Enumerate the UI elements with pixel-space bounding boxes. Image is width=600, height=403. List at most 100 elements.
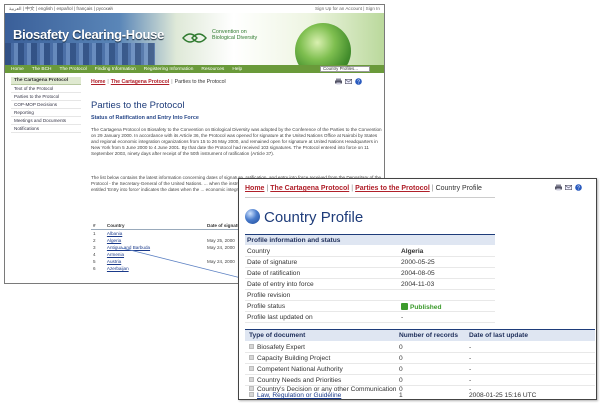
documents-table-header: Type of document Number of records Date … [245, 329, 595, 341]
breadcrumb-current: Parties to the Protocol [174, 79, 226, 85]
doc-date: 2008-01-25 15:16 UTC [469, 392, 537, 399]
document-type-icon [249, 355, 254, 360]
table-row: 5 Austria May 24, 2000 [91, 258, 251, 265]
document-type-icon [249, 386, 254, 391]
profile-title: Country Profile [264, 209, 364, 226]
account-links[interactable]: Sign Up for an Account | Sign In [315, 5, 380, 13]
sidebar-item-reporting[interactable]: Reporting [11, 109, 81, 117]
country-link[interactable]: Albania [107, 231, 122, 236]
doc-count: 1 [399, 392, 403, 399]
document-type-icon [249, 366, 254, 371]
published-icon [401, 303, 408, 310]
info-label: Date of signature [247, 259, 298, 266]
page-tools: ? [335, 78, 362, 85]
email-icon[interactable] [345, 78, 352, 85]
doc-type-link[interactable]: Law, Regulation or Guideline [257, 392, 341, 399]
table-row: Country Needs and Priorities 0 - [245, 375, 595, 386]
table-row: 6 Azerbaijan [91, 265, 251, 272]
doc-date: - [469, 366, 472, 373]
info-label: Date of ratification [247, 270, 301, 277]
help-icon[interactable]: ? [575, 184, 582, 191]
breadcrumb-cartagena[interactable]: The Cartagena Protocol [111, 79, 170, 85]
intro-paragraph: The Cartagena Protocol on Biosafety to t… [91, 127, 382, 156]
nav-home[interactable]: Home [11, 67, 24, 72]
sidebar-item-meetings[interactable]: Meetings and Documents [11, 117, 81, 125]
info-label: Country [247, 248, 271, 255]
nav-resources[interactable]: Resources [201, 67, 224, 72]
sidebar-item-parties[interactable]: Parties to the Protocol [11, 93, 81, 101]
globe-icon [245, 209, 260, 224]
doc-type: Capacity Building Project [257, 355, 331, 362]
row-number: 2 [93, 238, 96, 243]
doc-type: Biosafety Expert [257, 344, 306, 351]
doc-date: - [469, 355, 472, 362]
breadcrumb-cartagena[interactable]: The Cartagena Protocol [270, 185, 349, 192]
row-number: 6 [93, 266, 96, 271]
breadcrumb: Home | The Cartagena Protocol | Parties to t… [91, 79, 226, 85]
breadcrumb-home[interactable]: Home [245, 185, 264, 192]
table-row: Competent National Authority 0 - [245, 364, 595, 375]
nav-finding-information[interactable]: Finding Information [95, 67, 136, 72]
breadcrumb-parties[interactable]: Parties to the Protocol [355, 185, 430, 192]
profile-breadcrumb: Home | The Cartagena Protocol | Parties to t… [245, 185, 482, 192]
site-banner: Biosafety Clearing-House Convention on B… [5, 13, 384, 65]
help-icon[interactable]: ? [355, 78, 362, 85]
info-row-status: Profile status Published [245, 301, 495, 312]
profile-tools: ? [555, 184, 582, 191]
info-row-revision: Profile revision [245, 290, 495, 301]
table-row: Capacity Building Project 0 - [245, 353, 595, 364]
country-link[interactable]: Armenia [107, 252, 124, 257]
status-badge: Published [401, 303, 442, 311]
info-value: - [401, 314, 404, 321]
breadcrumb-home[interactable]: Home [91, 79, 105, 85]
page-subtitle: Status of Ratification and Entry Into Fo… [91, 115, 199, 121]
doc-date: - [469, 377, 472, 384]
document-type-icon [249, 392, 254, 397]
svg-text:?: ? [577, 185, 580, 191]
country-link[interactable]: Algeria [107, 238, 121, 243]
col-number: # [91, 222, 105, 230]
doc-count: 0 [399, 366, 403, 373]
city-skyline-image [5, 43, 155, 65]
page-title: Parties to the Protocol [91, 100, 185, 111]
nav-registering-information[interactable]: Registering Information [144, 67, 194, 72]
language-links[interactable]: العربية | 中文 | english | español | franç… [9, 5, 113, 13]
info-row-ratification: Date of ratification 2004-08-05 [245, 268, 495, 279]
email-icon[interactable] [565, 184, 572, 191]
info-row-entry-into-force: Date of entry into force 2004-11-03 [245, 279, 495, 290]
info-label: Profile status [247, 303, 286, 310]
doc-count: 0 [399, 377, 403, 384]
sidebar-item-text-of-protocol[interactable]: Text of the Protocol [11, 85, 81, 93]
info-section-heading: Profile information and status [245, 234, 495, 245]
main-nav: Home The BCH The Protocol Finding Inform… [5, 65, 384, 73]
info-value: 2004-11-03 [401, 281, 435, 288]
row-number: 5 [93, 259, 96, 264]
country-link[interactable]: Antigua and Barbuda [107, 245, 150, 250]
nav-the-protocol[interactable]: The Protocol [60, 67, 87, 72]
print-icon[interactable] [555, 184, 562, 191]
parties-table: # Country Date of signature 1 Albania 2 Al… [91, 222, 251, 272]
print-icon[interactable] [335, 78, 342, 85]
nav-help[interactable]: Help [232, 67, 242, 72]
sidebar-item-cop-mop[interactable]: COP-MOP Decisions [11, 101, 81, 109]
sidebar-heading[interactable]: The Cartagena Protocol [11, 77, 81, 85]
info-label: Profile revision [247, 292, 291, 299]
document-type-icon [249, 344, 254, 349]
sidebar-item-notifications[interactable]: Notifications [11, 125, 81, 133]
row-number: 1 [93, 231, 96, 236]
table-row: 3 Antigua and Barbuda May 24, 2000 [91, 244, 251, 251]
nav-the-bch[interactable]: The BCH [32, 67, 52, 72]
info-row-last-updated: Profile last updated on - [245, 312, 495, 323]
cbd-line-2: Biological Diversity [212, 35, 258, 41]
sidebar: The Cartagena Protocol Text of the Proto… [11, 77, 81, 133]
doc-count: 0 [399, 344, 403, 351]
col-date-last-update: Date of last update [469, 332, 528, 339]
doc-type: Country Needs and Priorities [257, 377, 342, 384]
table-row: 2 Algeria May 25, 2000 [91, 237, 251, 244]
bch-logo[interactable]: Biosafety Clearing-House [13, 27, 164, 42]
table-row: Biosafety Expert 0 - [245, 342, 595, 353]
country-link[interactable]: Azerbaijan [107, 266, 129, 271]
country-link[interactable]: Austria [107, 259, 121, 264]
svg-text:?: ? [357, 79, 360, 85]
country-profiles-select[interactable]: Country Profiles... [320, 66, 370, 72]
